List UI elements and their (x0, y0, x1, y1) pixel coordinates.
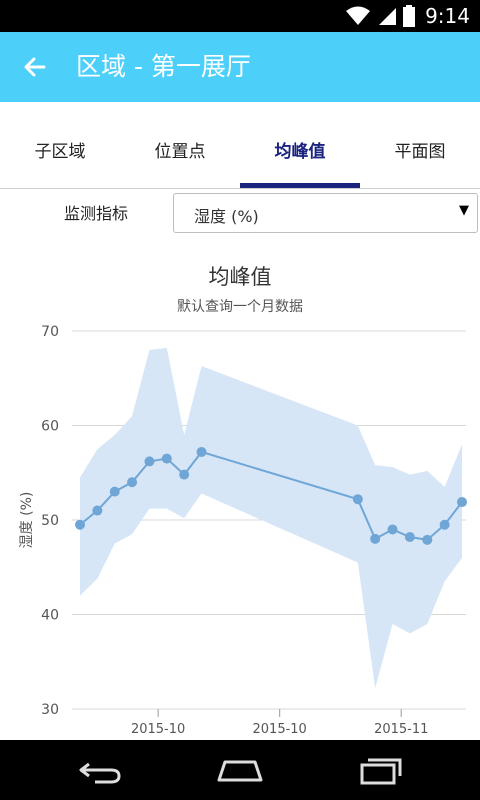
system-nav-bar (0, 740, 480, 800)
y-tick-label: 50 (41, 513, 59, 529)
y-tick-label: 40 (41, 608, 59, 624)
data-point (179, 469, 190, 480)
nav-home-button[interactable] (215, 754, 265, 788)
chart: 30 40 50 60 70 2015-10 2015-10 2015-11 湿度 (%) (19, 324, 467, 737)
data-point (370, 533, 381, 544)
nav-back-button[interactable] (75, 754, 125, 788)
home-icon (217, 760, 263, 782)
x-tick-label: 2015-11 (374, 722, 428, 737)
data-point (196, 446, 207, 457)
y-tick-label: 70 (41, 324, 59, 340)
data-point (439, 519, 450, 530)
nav-recents-button[interactable] (356, 754, 406, 788)
range-band (80, 348, 462, 689)
data-point (422, 534, 433, 545)
data-point (92, 505, 103, 516)
data-point (387, 524, 398, 535)
data-point (75, 519, 85, 530)
data-point (457, 497, 467, 508)
data-point (109, 486, 120, 497)
data-point (161, 453, 172, 464)
data-point (352, 494, 363, 505)
data-point (144, 456, 155, 467)
data-point (404, 532, 415, 543)
x-tick-label: 2015-10 (131, 722, 185, 737)
y-tick-label: 30 (41, 702, 59, 718)
y-axis-label: 湿度 (%) (19, 492, 35, 549)
recents-icon (360, 758, 402, 785)
y-tick-label: 60 (41, 419, 59, 435)
data-point (127, 477, 138, 488)
x-tick-label: 2015-10 (253, 722, 307, 737)
back-icon (79, 762, 121, 784)
